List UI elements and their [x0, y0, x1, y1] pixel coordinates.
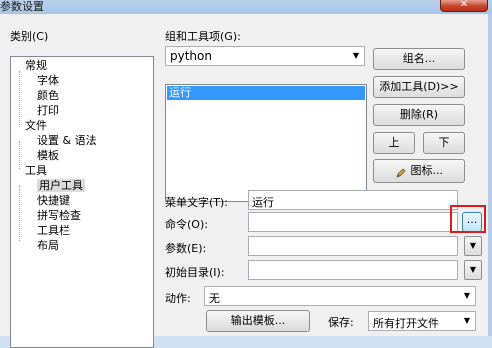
tree-connector [19, 141, 20, 169]
window-title: 参数设置 [0, 0, 44, 13]
action-select-value: 无 [209, 292, 220, 305]
command-input[interactable] [248, 212, 458, 232]
tree-item-colors[interactable]: 颜色 [37, 89, 59, 102]
tool-list[interactable]: 运行 [165, 84, 367, 202]
close-button[interactable]: ✕ [440, 0, 488, 12]
tree-connector [19, 185, 20, 241]
tree-item-font[interactable]: 字体 [37, 74, 59, 87]
tree-item-file[interactable]: 文件 [25, 119, 47, 132]
tree-item-spellcheck[interactable]: 拼写检查 [37, 209, 81, 222]
tree-item-shortcuts[interactable]: 快捷键 [37, 194, 70, 207]
initdir-label: 初始目录(I): [165, 266, 225, 279]
group-name-button[interactable]: 组名... [373, 48, 465, 70]
pencil-icon [395, 165, 407, 178]
tree-item-toolbar[interactable]: 工具栏 [37, 224, 70, 237]
icon-button-label: 图标... [410, 164, 444, 177]
group-select-value: python [170, 49, 212, 63]
dialog-body: 类别(C) 常规 字体 颜色 打印 文件 设置 & 语法 模板 工具 用户工具 … [0, 14, 492, 348]
initdir-menu-button[interactable]: ▼ [464, 260, 482, 280]
save-select[interactable]: 所有打开文件 ▼ [368, 311, 476, 331]
tree-item-user-tools[interactable]: 用户工具 [37, 179, 85, 192]
groups-label: 组和工具项(G): [165, 30, 241, 43]
move-up-button[interactable]: 上 [373, 132, 415, 154]
save-select-value: 所有打开文件 [373, 317, 439, 330]
menu-text-label: 菜单文字(T): [165, 196, 229, 209]
tree-item-settings-syntax[interactable]: 设置 & 语法 [37, 134, 97, 147]
tree-item-general[interactable]: 常规 [25, 59, 47, 72]
icon-button[interactable]: 图标... [373, 159, 465, 183]
save-label: 保存: [328, 316, 354, 329]
chevron-down-icon: ▼ [463, 291, 471, 300]
tree-item-tools[interactable]: 工具 [25, 164, 47, 177]
group-select[interactable]: python ▼ [165, 46, 365, 66]
chevron-down-icon: ▼ [463, 316, 471, 325]
command-label: 命令(O): [165, 218, 208, 231]
tree-item-print[interactable]: 打印 [37, 104, 59, 117]
highlight-box [450, 205, 486, 233]
tree-item-layout[interactable]: 布局 [37, 239, 59, 252]
delete-button[interactable]: 删除(R) [373, 104, 465, 126]
args-input[interactable] [248, 236, 458, 256]
tree-connector [19, 71, 20, 127]
args-menu-button[interactable]: ▼ [464, 236, 482, 256]
tool-list-item[interactable]: 运行 [167, 86, 365, 100]
add-tool-button[interactable]: 添加工具(D)>> [373, 76, 465, 98]
title-bar: 参数设置 ✕ [0, 0, 492, 14]
initdir-input[interactable] [248, 260, 458, 280]
move-down-button[interactable]: 下 [423, 132, 465, 154]
action-select[interactable]: 无 ▼ [204, 286, 476, 306]
menu-text-input[interactable]: 运行 [248, 190, 458, 210]
menu-text-value: 运行 [252, 196, 274, 209]
category-label: 类别(C) [10, 30, 49, 43]
category-tree[interactable]: 常规 字体 颜色 打印 文件 设置 & 语法 模板 工具 用户工具 快捷键 拼写… [10, 56, 154, 348]
action-label: 动作: [165, 292, 191, 305]
tree-item-templates[interactable]: 模板 [37, 149, 59, 162]
args-label: 参数(E): [165, 242, 207, 255]
chevron-down-icon: ▼ [352, 51, 360, 60]
output-template-button[interactable]: 输出模板... [206, 310, 310, 332]
